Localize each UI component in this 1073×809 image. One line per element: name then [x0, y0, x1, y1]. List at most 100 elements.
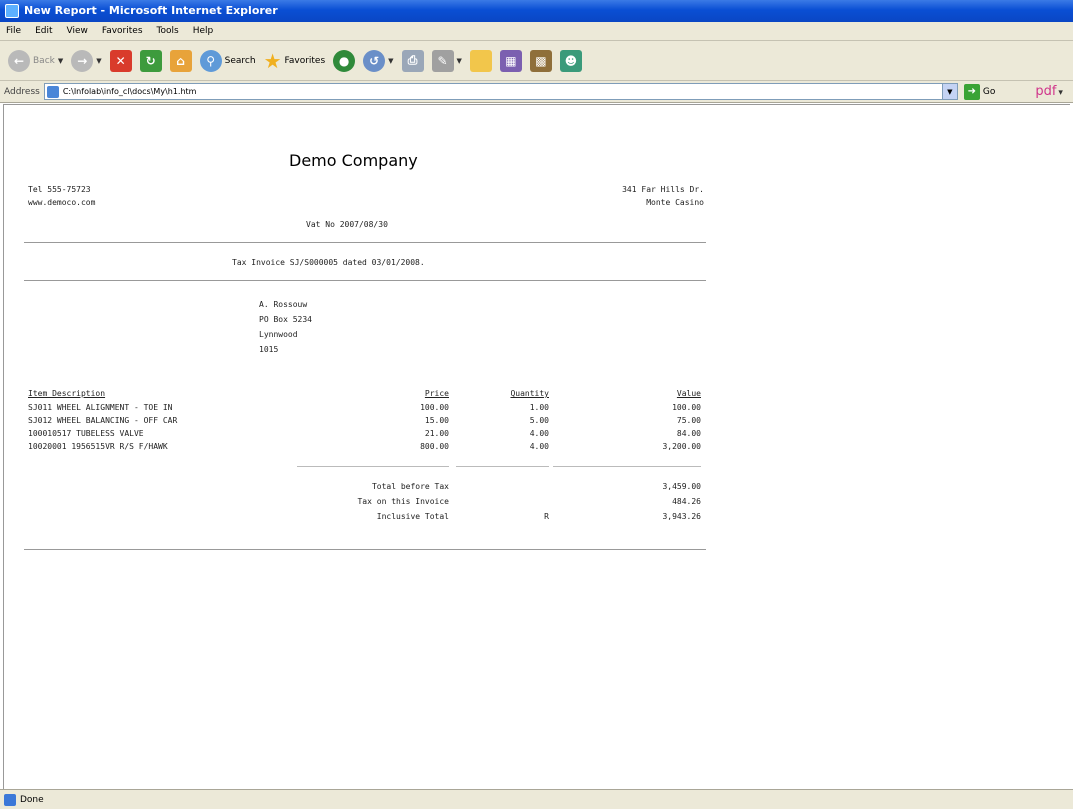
- page-status-icon: [4, 793, 16, 806]
- favorites-star-icon: ★: [263, 48, 282, 73]
- tax-value: 484.26: [672, 497, 701, 506]
- print-button[interactable]: ⎙: [401, 47, 424, 75]
- currency-symbol: R: [544, 512, 549, 521]
- value-column-rule: [553, 466, 701, 467]
- search-button[interactable]: ⚲ Search: [199, 47, 256, 75]
- edit-button[interactable]: ✎ ▼: [431, 47, 462, 75]
- row-4-value: 3,200.00: [662, 442, 701, 451]
- status-text: Done: [20, 794, 44, 805]
- forward-button[interactable]: → ▼: [71, 47, 102, 75]
- total-before-tax-value: 3,459.00: [662, 482, 701, 491]
- row-4-quantity: 4.00: [529, 442, 549, 451]
- ie-app-icon: [5, 4, 19, 18]
- customer-address1: PO Box 5234: [259, 315, 312, 324]
- row-2-quantity: 5.00: [529, 416, 549, 425]
- row-1-price: 100.00: [420, 403, 449, 412]
- tax-label: Tax on this Invoice: [357, 497, 449, 506]
- refresh-icon: ↻: [139, 49, 162, 72]
- quantity-column-rule: [456, 466, 549, 467]
- menu-tools[interactable]: Tools: [157, 26, 179, 36]
- history-button[interactable]: ↺ ▼: [363, 47, 394, 75]
- window-title: New Report - Microsoft Internet Explorer: [24, 4, 278, 17]
- forward-dropdown-icon[interactable]: ▼: [96, 57, 101, 65]
- row-3-price: 21.00: [424, 429, 449, 438]
- company-address-line2: Monte Casino: [646, 198, 704, 207]
- customer-address2: Lynnwood: [259, 330, 298, 339]
- back-arrow-icon: ←: [8, 49, 30, 72]
- edit-dropdown-icon[interactable]: ▼: [457, 57, 462, 65]
- tool-button[interactable]: ☻: [559, 47, 582, 75]
- search-icon: ⚲: [199, 49, 222, 72]
- page-icon: [46, 85, 59, 98]
- divider-bottom: [24, 549, 706, 550]
- menu-edit[interactable]: Edit: [35, 26, 52, 36]
- price-column-rule: [297, 466, 449, 467]
- row-4-price: 800.00: [420, 442, 449, 451]
- folder-button[interactable]: [469, 47, 492, 75]
- customer-name: A. Rossouw: [259, 300, 308, 309]
- menu-bar: File Edit View Favorites Tools Help: [0, 22, 1073, 41]
- row-4-description: 10020001 1956515VR R/S F/HAWK: [28, 442, 168, 451]
- inclusive-total-value: 3,943.26: [662, 512, 701, 521]
- address-dropdown-icon[interactable]: ▼: [941, 84, 957, 99]
- pdf-dropdown-icon: ▾: [1058, 88, 1063, 98]
- menu-help[interactable]: Help: [193, 26, 214, 36]
- menu-favorites[interactable]: Favorites: [102, 26, 143, 36]
- people-icon: ☻: [559, 49, 582, 72]
- company-tel: Tel 555-75723: [28, 185, 91, 194]
- total-before-tax-label: Total before Tax: [371, 482, 449, 491]
- address-label: Address: [4, 86, 40, 97]
- back-dropdown-icon[interactable]: ▼: [58, 57, 63, 65]
- forward-arrow-icon: →: [71, 49, 94, 72]
- header-description: Item Description: [28, 389, 106, 398]
- go-arrow-icon: ➜: [963, 83, 980, 100]
- row-1-description: SJ011 WHEEL ALIGNMENT - TOE IN: [28, 403, 173, 412]
- home-button[interactable]: ⌂: [169, 47, 192, 75]
- favorites-label: Favorites: [284, 55, 326, 66]
- address-url: C:\Infolab\info_cl\docs\My\h1.htm: [62, 87, 197, 96]
- divider-top: [24, 242, 706, 243]
- home-icon: ⌂: [169, 49, 192, 72]
- research-button[interactable]: ▦: [499, 47, 522, 75]
- history-dropdown-icon[interactable]: ▼: [388, 57, 393, 65]
- row-3-description: 100010517 TUBELESS VALVE: [28, 429, 144, 438]
- status-bar: Done: [0, 789, 1073, 809]
- menu-view[interactable]: View: [67, 26, 88, 36]
- window-title-bar: New Report - Microsoft Internet Explorer: [0, 0, 1073, 22]
- company-name: Demo Company: [289, 151, 418, 170]
- vat-number: Vat No 2007/08/30: [306, 220, 388, 229]
- row-3-value: 84.00: [676, 429, 701, 438]
- header-price: Price: [424, 389, 449, 398]
- pdf-button[interactable]: pdf ▾: [1035, 84, 1063, 99]
- favorites-button[interactable]: ★ Favorites: [264, 47, 326, 75]
- history-icon: ↺: [363, 49, 386, 72]
- folder-icon: [469, 49, 492, 72]
- pdf-label: pdf: [1035, 84, 1057, 99]
- messenger-icon: ▩: [529, 49, 552, 72]
- edit-icon: ✎: [431, 49, 454, 72]
- refresh-button[interactable]: ↻: [139, 47, 162, 75]
- row-1-quantity: 1.00: [529, 403, 549, 412]
- row-3-quantity: 4.00: [529, 429, 549, 438]
- media-button[interactable]: ●: [333, 47, 356, 75]
- company-address-line1: 341 Far Hills Dr.: [622, 185, 704, 194]
- address-input[interactable]: C:\Infolab\info_cl\docs\My\h1.htm ▼: [43, 83, 958, 100]
- customer-postcode: 1015: [259, 345, 279, 354]
- go-label: Go: [982, 86, 996, 97]
- invoice-line: Tax Invoice SJ/S000005 dated 03/01/2008.: [232, 258, 425, 267]
- search-label: Search: [224, 55, 256, 66]
- divider-mid: [24, 280, 706, 281]
- inclusive-total-label: Inclusive Total: [376, 512, 449, 521]
- row-2-value: 75.00: [676, 416, 701, 425]
- back-button[interactable]: ← Back ▼: [8, 47, 63, 75]
- print-icon: ⎙: [401, 49, 424, 72]
- company-web: www.democo.com: [28, 198, 96, 207]
- go-button[interactable]: ➜ Go: [963, 83, 996, 100]
- toolbar: ← Back ▼ → ▼ ✕ ↻ ⌂ ⚲ Search ★ Favorites …: [0, 41, 1073, 81]
- address-bar: Address C:\Infolab\info_cl\docs\My\h1.ht…: [0, 81, 1073, 103]
- stop-button[interactable]: ✕: [109, 47, 132, 75]
- row-1-value: 100.00: [672, 403, 701, 412]
- header-value: Value: [676, 389, 701, 398]
- menu-file[interactable]: File: [6, 26, 21, 36]
- messenger-button[interactable]: ▩: [529, 47, 552, 75]
